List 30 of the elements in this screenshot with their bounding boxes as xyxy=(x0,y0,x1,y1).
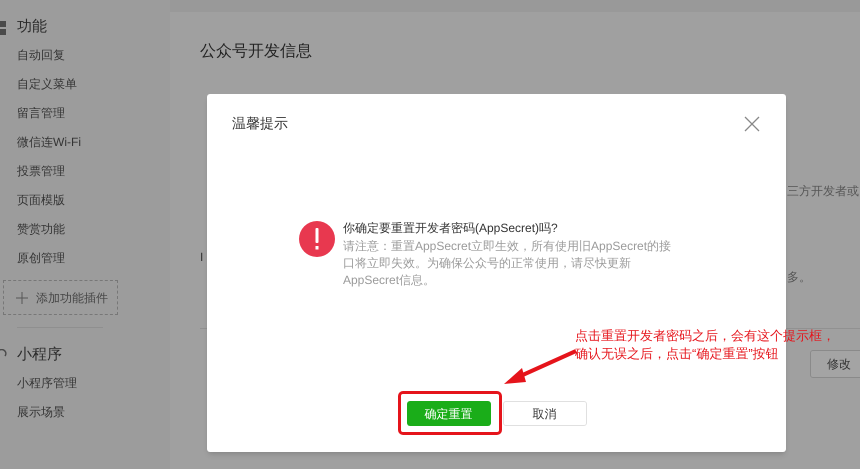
grid-icon xyxy=(0,21,6,35)
section-title: 功能 xyxy=(17,17,47,37)
annotation-text: 确认无误之后，点击“确定重置”按钮 xyxy=(575,345,780,363)
sidebar-item[interactable]: 投票管理 xyxy=(17,162,170,191)
edit-config-button[interactable]: 修改 xyxy=(810,350,860,378)
sidebar-item[interactable]: 自动回复 xyxy=(17,46,170,75)
field-note: 三方开发者或 xyxy=(787,183,859,200)
dialog-title: 温馨提示 xyxy=(232,114,288,133)
field-label: I xyxy=(200,249,204,266)
sidebar-item[interactable]: 页面模版 xyxy=(17,191,170,220)
section-title: 小程序 xyxy=(17,345,62,365)
plus-icon xyxy=(16,292,28,304)
sidebar-item[interactable]: 留言管理 xyxy=(17,104,170,133)
sidebar-item[interactable]: 微信连Wi-Fi xyxy=(17,133,170,162)
sidebar-item[interactable]: 展示场景 xyxy=(17,403,103,432)
warning-icon xyxy=(299,221,335,257)
dialog-notice: 请注意：重置AppSecret立即生效，所有使用旧AppSecret的接口将立即失效。为确保公众号的正常使用，请尽快更新AppSecret信息。 xyxy=(343,238,672,289)
sidebar-item[interactable]: 赞赏功能 xyxy=(17,220,170,249)
sidebar-item[interactable]: 小程序管理 xyxy=(17,374,103,403)
sidebar-item[interactable]: 原创管理 xyxy=(17,249,170,278)
add-plugin-button[interactable]: 添加功能插件 xyxy=(3,280,118,315)
close-button[interactable] xyxy=(743,114,761,132)
cancel-button[interactable]: 取消 xyxy=(502,401,586,426)
sidebar-item[interactable]: 自定义菜单 xyxy=(17,75,170,104)
confirm-button[interactable]: 确定重置 xyxy=(406,401,490,426)
ring-icon xyxy=(0,349,7,359)
field-note: 多。 xyxy=(787,269,811,286)
page-title: 公众号开发信息 xyxy=(200,42,313,62)
dialog-question: 你确定要重置开发者密码(AppSecret)吗? xyxy=(343,220,559,237)
close-icon xyxy=(744,116,760,132)
